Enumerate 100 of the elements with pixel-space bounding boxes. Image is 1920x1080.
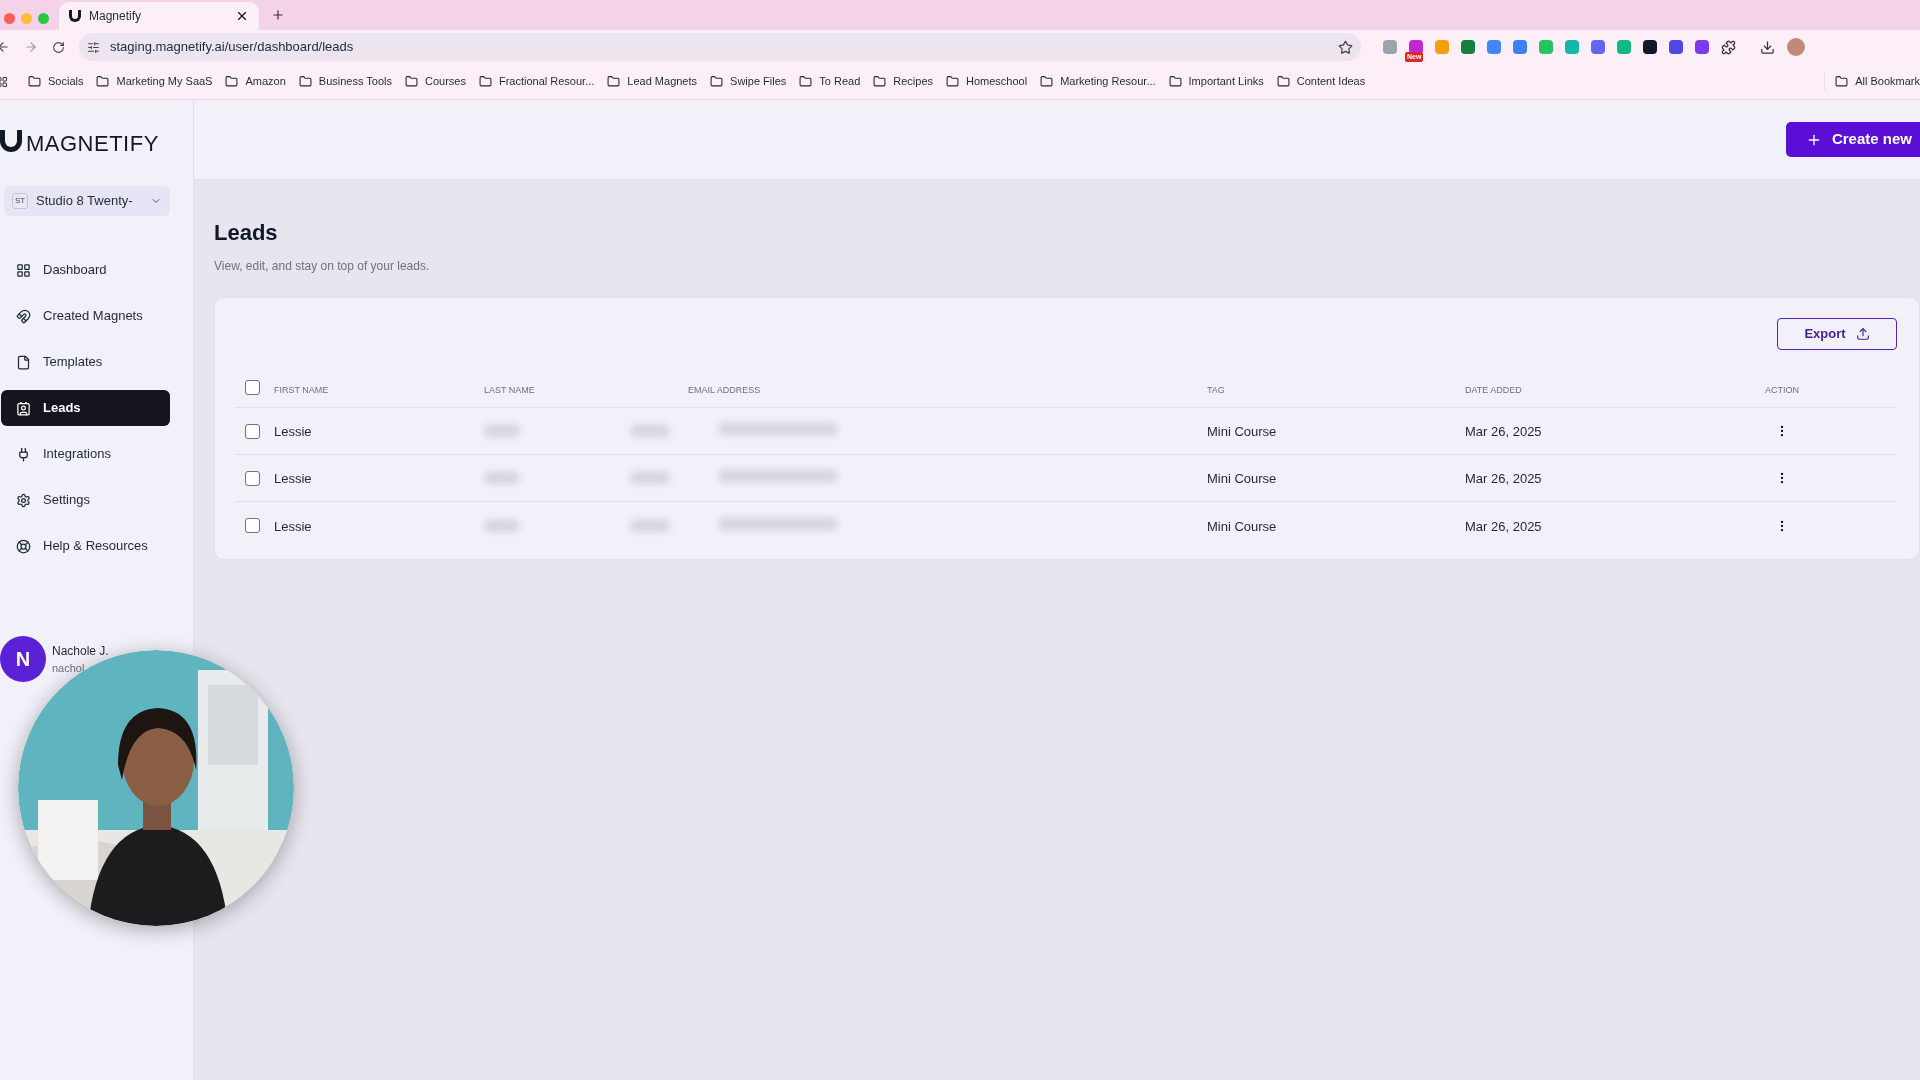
extension-icon[interactable]: [1643, 40, 1657, 54]
sidebar-item[interactable]: Dashboard: [1, 252, 170, 288]
checkbox[interactable]: [245, 380, 260, 395]
tab-title: Magnetify: [89, 8, 143, 25]
folder-icon: [96, 75, 110, 88]
grid-icon: [16, 262, 31, 278]
column-header: EMAIL ADDRESS: [688, 384, 761, 395]
column-header: ACTION: [1765, 384, 1799, 395]
folder-icon: [405, 75, 418, 88]
bookmark-folder[interactable]: Business Tools: [298, 73, 392, 90]
magnet-logo-icon: [0, 130, 22, 152]
magnet-icon: [69, 10, 81, 22]
user-email: nachol: [52, 660, 86, 676]
blurred-text: [630, 424, 670, 438]
back-icon[interactable]: [0, 40, 10, 54]
sidebar-item[interactable]: Leads: [1, 390, 170, 426]
url-text: staging.magnetify.ai/user/dashboard/leads: [110, 38, 355, 57]
browser-tab[interactable]: Magnetify: [59, 2, 259, 30]
user-name: Nachole J.: [52, 642, 109, 660]
plug-icon: [16, 446, 31, 462]
bookmark-folder[interactable]: Homeschool: [946, 73, 1028, 90]
user-avatar: N: [0, 636, 46, 682]
workspace-selector[interactable]: ST Studio 8 Twenty-: [4, 186, 170, 216]
folder-icon: [478, 75, 492, 88]
folder-icon: [1040, 75, 1054, 88]
workspace-initials: ST: [12, 193, 28, 209]
sidebar-item[interactable]: Templates: [1, 344, 170, 380]
folder-icon: [799, 75, 813, 88]
table-cell: Mini Course: [1207, 518, 1277, 534]
close-window-icon[interactable]: [4, 12, 15, 24]
sidebar-item[interactable]: Help & Resources: [1, 528, 170, 564]
bookmark-folder[interactable]: All Bookmark: [1824, 73, 1920, 90]
blurred-text: [630, 471, 670, 485]
bookmark-folder[interactable]: Marketing Resour...: [1040, 73, 1156, 90]
profile-avatar[interactable]: [1787, 38, 1805, 56]
table-cell: Lessie: [274, 471, 312, 486]
bookmark-folder[interactable]: Recipes: [873, 73, 934, 90]
table-cell: Lessie: [274, 424, 312, 439]
page-subtitle: View, edit, and stay on top of your leads.: [214, 258, 431, 275]
folder-icon: [607, 75, 621, 88]
bookmark-folder[interactable]: Content Ideas: [1276, 73, 1366, 90]
address-bar[interactable]: staging.magnetify.ai/user/dashboard/leads: [79, 33, 1361, 61]
bookmark-folder[interactable]: Lead Magnets: [607, 73, 698, 90]
bookmark-folder[interactable]: Amazon: [225, 73, 286, 90]
lifebuoy-icon: [16, 538, 31, 554]
close-icon[interactable]: [235, 9, 249, 23]
column-header: DATE ADDED: [1465, 384, 1522, 395]
bookmark-folder[interactable]: Socials: [28, 73, 84, 90]
checkbox[interactable]: [245, 423, 260, 439]
star-icon[interactable]: [1338, 39, 1353, 55]
blurred-text: [484, 424, 520, 438]
folder-icon: [298, 75, 312, 88]
logo: MAGNETIFY: [26, 129, 159, 158]
bookmark-folder[interactable]: Swipe Files: [710, 73, 787, 90]
folder-icon: [946, 75, 960, 88]
checkbox[interactable]: [245, 518, 260, 533]
magnet-icon: [16, 308, 31, 324]
site-settings-icon[interactable]: [87, 40, 100, 54]
bookmark-folder[interactable]: Important Links: [1168, 73, 1264, 90]
table-cell: Mar 26, 2025: [1465, 471, 1542, 486]
download-icon[interactable]: [1760, 39, 1775, 55]
folder-icon: [1835, 75, 1849, 88]
table-cell: Mar 26, 2025: [1465, 424, 1542, 439]
sidebar-item[interactable]: Settings: [1, 482, 170, 518]
column-header: LAST NAME: [484, 384, 535, 395]
contact-card-icon: [16, 400, 31, 416]
sidebar-item[interactable]: Integrations: [1, 436, 170, 472]
create-new-button[interactable]: Create new: [1785, 122, 1920, 157]
table-cell: Mini Course: [1207, 424, 1277, 439]
blurred-text: [484, 471, 520, 485]
blurred-text: [484, 518, 520, 533]
settings-icon: [16, 492, 31, 508]
folder-icon: [873, 75, 887, 88]
folder-icon: [710, 75, 724, 88]
export-button[interactable]: Export: [1777, 318, 1897, 350]
table-cell: Lessie: [274, 518, 312, 534]
puzzle-icon[interactable]: [1721, 39, 1736, 55]
sidebar-item[interactable]: Created Magnets: [1, 298, 170, 334]
forward-icon[interactable]: [24, 40, 38, 54]
reload-icon[interactable]: [52, 40, 65, 54]
column-header: TAG: [1207, 384, 1225, 395]
blurred-text: [630, 518, 670, 533]
bookmark-folder[interactable]: Fractional Resour...: [478, 73, 595, 90]
column-header: FIRST NAME: [274, 384, 329, 395]
apps-icon[interactable]: [0, 75, 8, 88]
workspace-name: Studio 8 Twenty-: [36, 192, 134, 211]
table-cell: Mar 26, 2025: [1465, 518, 1542, 534]
bookmark-folder[interactable]: Marketing My SaaS: [96, 73, 213, 90]
document-icon: [16, 354, 31, 370]
page-title: Leads: [214, 219, 279, 247]
new-tab-icon[interactable]: [271, 8, 285, 22]
bookmark-folder[interactable]: To Read: [799, 73, 861, 90]
folder-icon: [1276, 75, 1290, 88]
upload-icon: [1855, 327, 1870, 341]
bookmark-folder[interactable]: Courses: [405, 73, 466, 90]
folder-icon: [28, 75, 41, 88]
table-cell: Mini Course: [1207, 471, 1277, 486]
folder-icon: [225, 75, 239, 88]
checkbox[interactable]: [245, 470, 260, 486]
folder-icon: [1168, 75, 1182, 88]
